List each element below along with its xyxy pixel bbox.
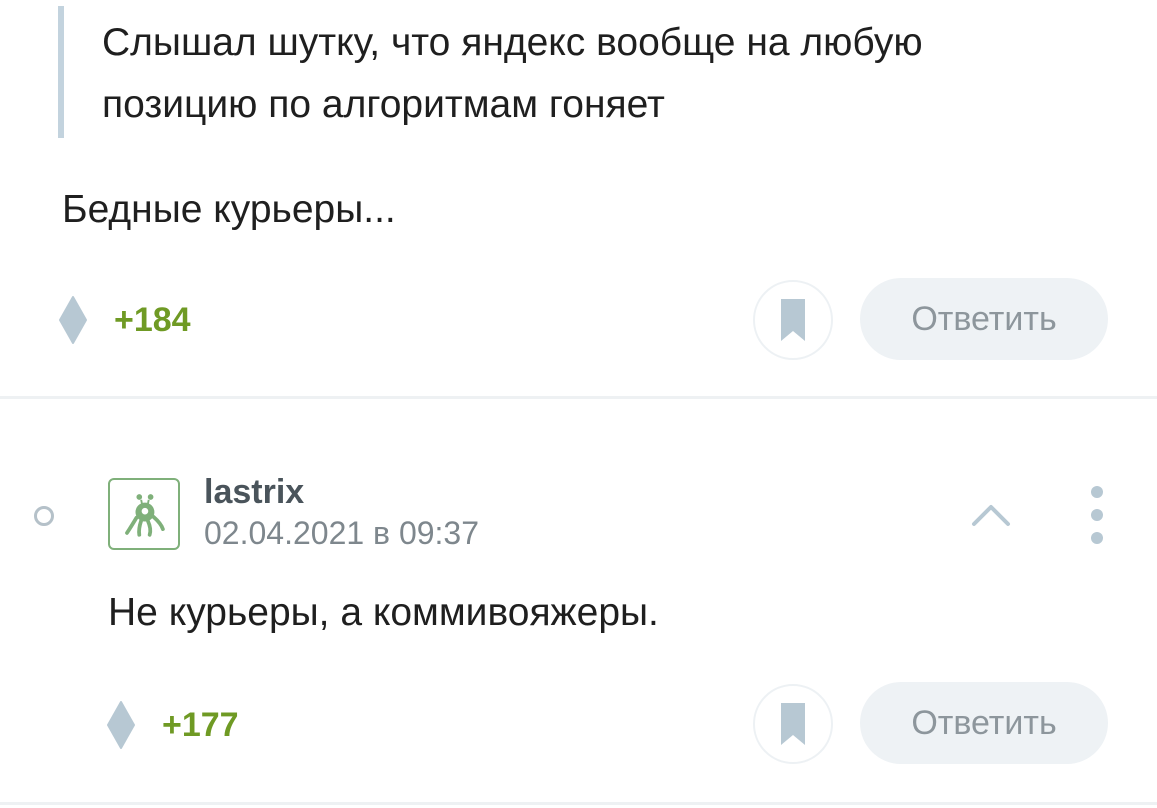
vertical-dots-icon <box>1091 486 1103 544</box>
vote-score: +184 <box>114 300 191 339</box>
comments-page: Слышал шутку, что яндекс вообще на любую… <box>0 0 1157 808</box>
bookmark-button[interactable] <box>753 280 833 360</box>
diamond-vote-icon[interactable] <box>58 295 88 345</box>
bookmark-button[interactable] <box>753 684 833 764</box>
vote-widget: +177 <box>106 700 239 750</box>
bookmark-icon <box>781 703 805 745</box>
vote-score: +177 <box>162 705 239 744</box>
avatar[interactable] <box>108 478 180 550</box>
more-options-button[interactable] <box>1080 484 1114 546</box>
blockquote: Слышал шутку, что яндекс вообще на любую… <box>58 6 1088 138</box>
octopus-avatar-icon <box>125 494 165 537</box>
comment-divider <box>0 396 1157 399</box>
comment-author[interactable]: lastrix <box>204 473 304 512</box>
reply-button[interactable]: Ответить <box>860 682 1108 764</box>
bookmark-icon <box>781 299 805 341</box>
quote-text: Слышал шутку, что яндекс вообще на любую… <box>102 21 923 126</box>
comment-text: Бедные курьеры... <box>62 188 396 231</box>
vote-widget: +184 <box>58 295 191 345</box>
chevron-up-icon <box>972 505 1010 526</box>
comment-text: Не курьеры, а коммивояжеры. <box>108 591 659 634</box>
thread-dot-icon[interactable] <box>34 506 54 526</box>
reply-button[interactable]: Ответить <box>860 278 1108 360</box>
collapse-button[interactable] <box>966 494 1016 534</box>
comment-timestamp[interactable]: 02.04.2021 в 09:37 <box>204 515 479 552</box>
diamond-vote-icon[interactable] <box>106 700 136 750</box>
comment-divider <box>0 802 1157 805</box>
